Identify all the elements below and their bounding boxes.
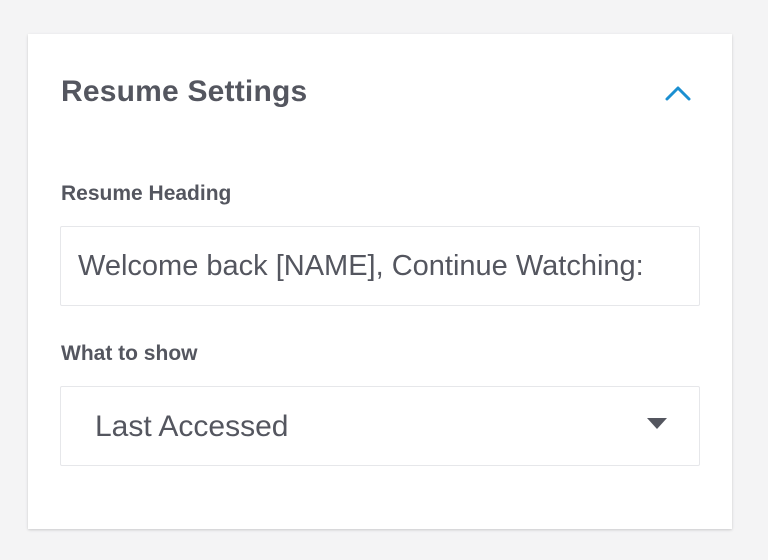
selected-value: Last Accessed bbox=[95, 410, 289, 443]
resume-heading-label: Resume Heading bbox=[61, 182, 232, 205]
panel-title: Resume Settings bbox=[61, 75, 308, 108]
resume-heading-input[interactable] bbox=[60, 226, 700, 306]
what-to-show-label: What to show bbox=[61, 342, 198, 365]
what-to-show-select[interactable]: Last Accessed bbox=[60, 386, 700, 466]
resume-settings-panel: Resume Settings Resume Heading What to s… bbox=[28, 34, 732, 529]
caret-down-icon bbox=[647, 418, 667, 429]
collapse-button[interactable] bbox=[664, 82, 692, 104]
chevron-up-icon bbox=[665, 86, 691, 101]
